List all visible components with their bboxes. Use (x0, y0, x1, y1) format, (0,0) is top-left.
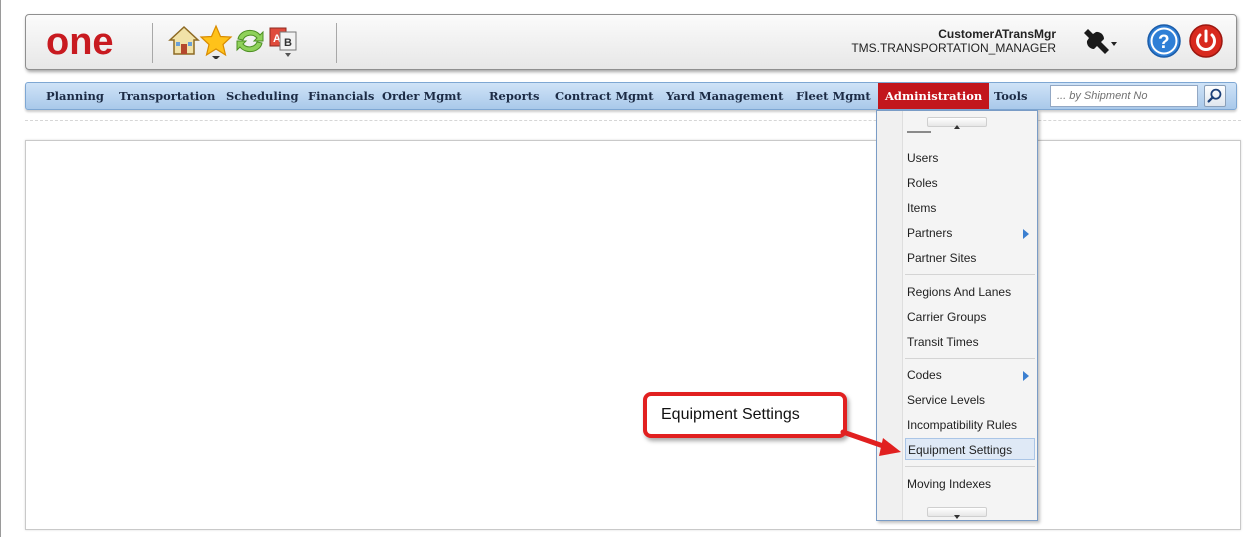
menu-item-label: Partners (907, 226, 953, 240)
nav-tools[interactable]: Tools (994, 83, 1027, 109)
menu-item-service-levels[interactable]: Service Levels (907, 389, 1035, 411)
search-icon[interactable] (1204, 85, 1226, 107)
chevron-down-icon (954, 515, 960, 519)
menu-item-partners[interactable]: Partners (907, 222, 1035, 244)
language-ab-icon[interactable]: A B (266, 23, 302, 59)
nav-fleet-mgmt[interactable]: Fleet Mgmt (796, 83, 871, 109)
menu-icon-gutter (877, 111, 903, 520)
power-icon[interactable] (1188, 23, 1224, 59)
nav-planning[interactable]: Planning (46, 83, 104, 109)
administration-menu: Users Roles Items Partners Partner Sites… (876, 110, 1038, 521)
header-divider (336, 23, 337, 63)
refresh-icon[interactable] (232, 23, 268, 59)
submenu-arrow-icon (1023, 229, 1029, 239)
clipped-menu-item (907, 131, 931, 133)
menu-scroll-down-button[interactable] (927, 507, 987, 519)
logo-text: one (46, 21, 114, 63)
main-nav: Planning Transportation Scheduling Finan… (25, 82, 1237, 110)
content-divider (25, 120, 1241, 121)
nav-reports[interactable]: Reports (489, 83, 539, 109)
home-icon[interactable] (166, 23, 202, 59)
nav-order-mgmt[interactable]: Order Mgmt (382, 83, 462, 109)
user-name: CustomerATransMgr (938, 27, 1056, 41)
menu-item-users[interactable]: Users (907, 147, 1035, 169)
nav-scheduling[interactable]: Scheduling (226, 83, 299, 109)
user-info: CustomerATransMgr TMS.TRANSPORTATION_MAN… (851, 27, 1056, 55)
menu-item-label: Codes (907, 368, 942, 382)
menu-item-regions-and-lanes[interactable]: Regions And Lanes (907, 281, 1035, 303)
menu-item-moving-indexes[interactable]: Moving Indexes (907, 473, 1035, 495)
svg-text:B: B (284, 37, 292, 49)
menu-item-equipment-settings[interactable]: Equipment Settings (905, 438, 1035, 460)
menu-item-roles[interactable]: Roles (907, 172, 1035, 194)
svg-text:?: ? (1158, 32, 1170, 53)
favorites-star-icon[interactable] (198, 23, 234, 59)
header-divider (152, 23, 153, 63)
annotation-callout: Equipment Settings (643, 392, 847, 438)
shipment-search-input[interactable]: ... by Shipment No (1050, 85, 1198, 107)
submenu-arrow-icon (1023, 371, 1029, 381)
menu-item-partner-sites[interactable]: Partner Sites (907, 247, 1035, 269)
help-icon[interactable]: ? (1146, 23, 1182, 59)
menu-item-carrier-groups[interactable]: Carrier Groups (907, 306, 1035, 328)
menu-separator (905, 274, 1035, 275)
one-logo[interactable]: one (42, 19, 138, 63)
nav-financials[interactable]: Financials (308, 83, 374, 109)
nav-yard-management[interactable]: Yard Management (666, 83, 783, 109)
menu-item-transit-times[interactable]: Transit Times (907, 331, 1035, 353)
menu-item-incompatibility-rules[interactable]: Incompatibility Rules (907, 414, 1035, 436)
nav-transportation[interactable]: Transportation (119, 83, 215, 109)
user-role: TMS.TRANSPORTATION_MANAGER (851, 41, 1056, 55)
menu-separator (905, 358, 1035, 359)
tools-wrench-icon[interactable] (1078, 25, 1118, 61)
nav-administration[interactable]: Administration (878, 83, 990, 109)
app-window: one A B CustomerATransMgr TMS.TRANSPORTA… (0, 0, 1250, 537)
menu-scroll-up-button[interactable] (927, 117, 987, 129)
nav-contract-mgmt[interactable]: Contract Mgmt (555, 83, 654, 109)
menu-item-codes[interactable]: Codes (907, 364, 1035, 386)
main-content-panel (25, 140, 1241, 530)
app-header: one A B CustomerATransMgr TMS.TRANSPORTA… (25, 14, 1237, 70)
menu-separator (905, 466, 1035, 467)
menu-item-items[interactable]: Items (907, 197, 1035, 219)
